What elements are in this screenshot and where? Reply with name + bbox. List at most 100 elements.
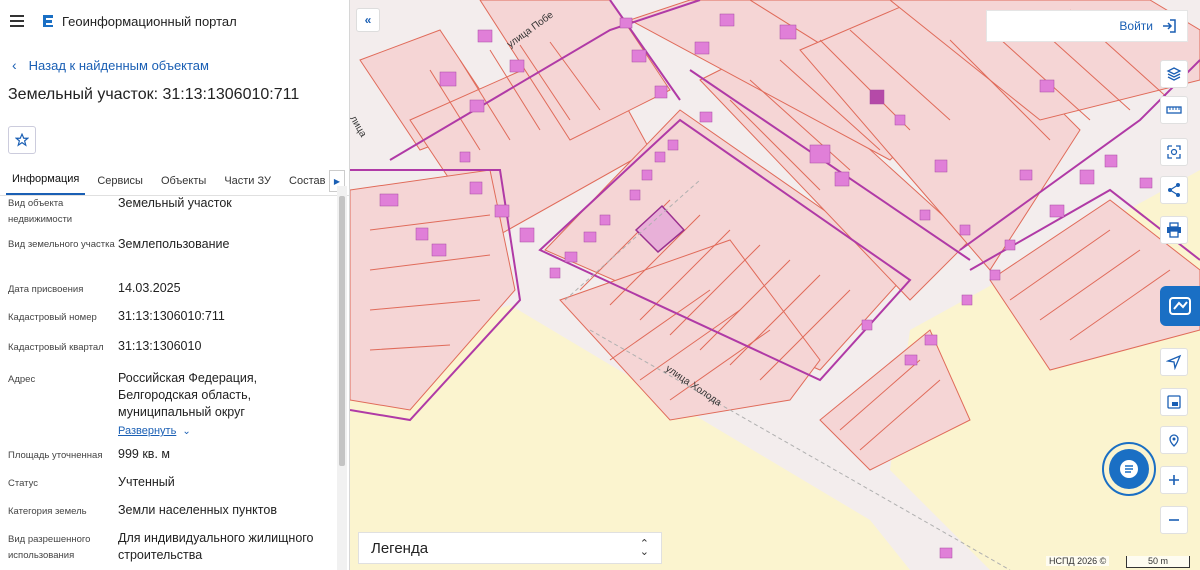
building: [469, 181, 483, 195]
address-text: Российская Федерация, Белгородская облас…: [118, 371, 258, 419]
measure-button[interactable]: [1160, 96, 1188, 124]
info-value: Учтенный: [118, 475, 175, 489]
info-label: Категория земель: [8, 506, 87, 517]
building: [694, 41, 710, 55]
zoom-in-button[interactable]: [1160, 466, 1188, 494]
building: [699, 111, 713, 123]
building: [564, 251, 578, 263]
chat-button-inner: [1109, 449, 1149, 489]
building: [1079, 169, 1095, 185]
building: [459, 151, 471, 163]
info-label: Дата присвоения: [8, 284, 84, 295]
legend-label: Легенда: [371, 539, 429, 557]
zoom-out-button[interactable]: [1160, 506, 1188, 534]
chevron-down-icon[interactable]: ⌄: [182, 426, 190, 437]
chevron-right-icon: ▶: [333, 176, 341, 186]
select-area-icon: [1167, 145, 1181, 159]
scrollbar-thumb[interactable]: [339, 196, 345, 466]
print-button[interactable]: [1160, 216, 1188, 244]
building: [629, 189, 641, 201]
menu-icon[interactable]: [10, 15, 24, 27]
building: [509, 59, 525, 73]
building: [641, 169, 653, 181]
building: [934, 159, 948, 173]
info-label: Кадастровый номер: [8, 312, 97, 323]
plus-icon: [1169, 475, 1179, 485]
building: [779, 24, 797, 40]
map-copyright: НСПД 2026 ©: [1046, 556, 1110, 566]
basemap-icon: [1167, 395, 1181, 409]
building: [904, 354, 918, 366]
gis-services-button[interactable]: [1160, 286, 1200, 326]
street-label: лица: [350, 114, 369, 140]
info-label: Статус: [8, 478, 39, 489]
info-row-permitted-use: Вид разрешенного использования Для индив…: [0, 524, 336, 564]
layers-button[interactable]: [1160, 60, 1188, 88]
building: [1139, 177, 1153, 189]
chat-icon: [1120, 460, 1138, 478]
building: [869, 89, 885, 105]
info-value: Землепользование: [118, 237, 230, 251]
info-label: Адрес: [8, 374, 36, 385]
basemap-button[interactable]: [1160, 388, 1188, 416]
double-chevron-left-icon: «: [364, 13, 372, 27]
panel-scrollbar[interactable]: [337, 186, 347, 570]
map-scale-bar: 50 m: [1126, 556, 1190, 568]
building: [654, 85, 668, 99]
building: [1049, 204, 1065, 218]
back-to-results-link[interactable]: ‹ Назад к найденным объектам: [0, 42, 349, 78]
info-value: Земельный участок: [118, 196, 232, 210]
building: [719, 13, 735, 27]
building: [939, 547, 953, 559]
location-search-button[interactable]: [1160, 426, 1188, 454]
building: [631, 49, 647, 63]
map-layer: улица Побе улица Холода лица: [350, 0, 1200, 570]
info-value: Российская Федерация, Белгородская облас…: [118, 362, 328, 438]
info-value: 31:13:1306010: [118, 339, 202, 353]
print-icon: [1167, 222, 1181, 238]
navigation-icon: [1166, 354, 1182, 370]
building: [1004, 239, 1016, 251]
login-button[interactable]: Войти: [986, 10, 1188, 42]
info-row-use-kind: Вид земельного участка Землепользование: [0, 230, 336, 274]
info-list: Вид объекта недвижимости Земельный участ…: [0, 186, 336, 564]
chat-button[interactable]: [1102, 442, 1156, 496]
building: [1104, 154, 1118, 168]
object-title: Земельный участок: 31:13:1306010:711: [8, 86, 300, 103]
info-row-status: Статус Учтенный: [0, 466, 336, 494]
building: [477, 29, 493, 43]
info-row-quarter: Кадастровый квартал 31:13:1306010: [0, 332, 336, 362]
login-icon: [1163, 19, 1176, 33]
info-panel: Геоинформационный портал ‹ Назад к найде…: [0, 0, 350, 570]
building: [1019, 169, 1033, 181]
info-value: 14.03.2025: [118, 281, 181, 295]
building: [961, 294, 973, 306]
building: [667, 139, 679, 151]
building: [809, 144, 831, 164]
info-value: Для индивидуального жилищного строительс…: [118, 531, 314, 562]
info-row-cadnum: Кадастровый номер 31:13:1306010:711: [0, 302, 336, 332]
location-pin-icon: [1169, 434, 1179, 447]
info-value: Земли населенных пунктов: [118, 503, 277, 517]
info-label: Вид объекта недвижимости: [8, 198, 73, 225]
share-icon: [1168, 183, 1180, 197]
top-bar: Геоинформационный портал: [0, 0, 349, 42]
info-row-address: Адрес Российская Федерация, Белгородская…: [0, 362, 336, 438]
building: [599, 214, 611, 226]
building: [924, 334, 938, 346]
info-value: 999 кв. м: [118, 447, 170, 461]
building: [1039, 79, 1055, 93]
login-label: Войти: [1119, 19, 1153, 33]
info-label: Кадастровый квартал: [8, 342, 104, 353]
my-location-button[interactable]: [1160, 348, 1188, 376]
select-area-button[interactable]: [1160, 138, 1188, 166]
share-button[interactable]: [1160, 176, 1188, 204]
legend-panel[interactable]: Легенда ⌃ ⌄: [358, 532, 662, 564]
favorite-button[interactable]: [8, 126, 36, 154]
map-canvas[interactable]: улица Побе улица Холода лица: [350, 0, 1200, 570]
building: [894, 114, 906, 126]
collapse-panel-button[interactable]: «: [356, 8, 380, 32]
up-down-icon[interactable]: ⌃ ⌄: [640, 539, 649, 558]
building: [415, 227, 429, 241]
back-link-label: Назад к найденным объектам: [28, 57, 209, 73]
